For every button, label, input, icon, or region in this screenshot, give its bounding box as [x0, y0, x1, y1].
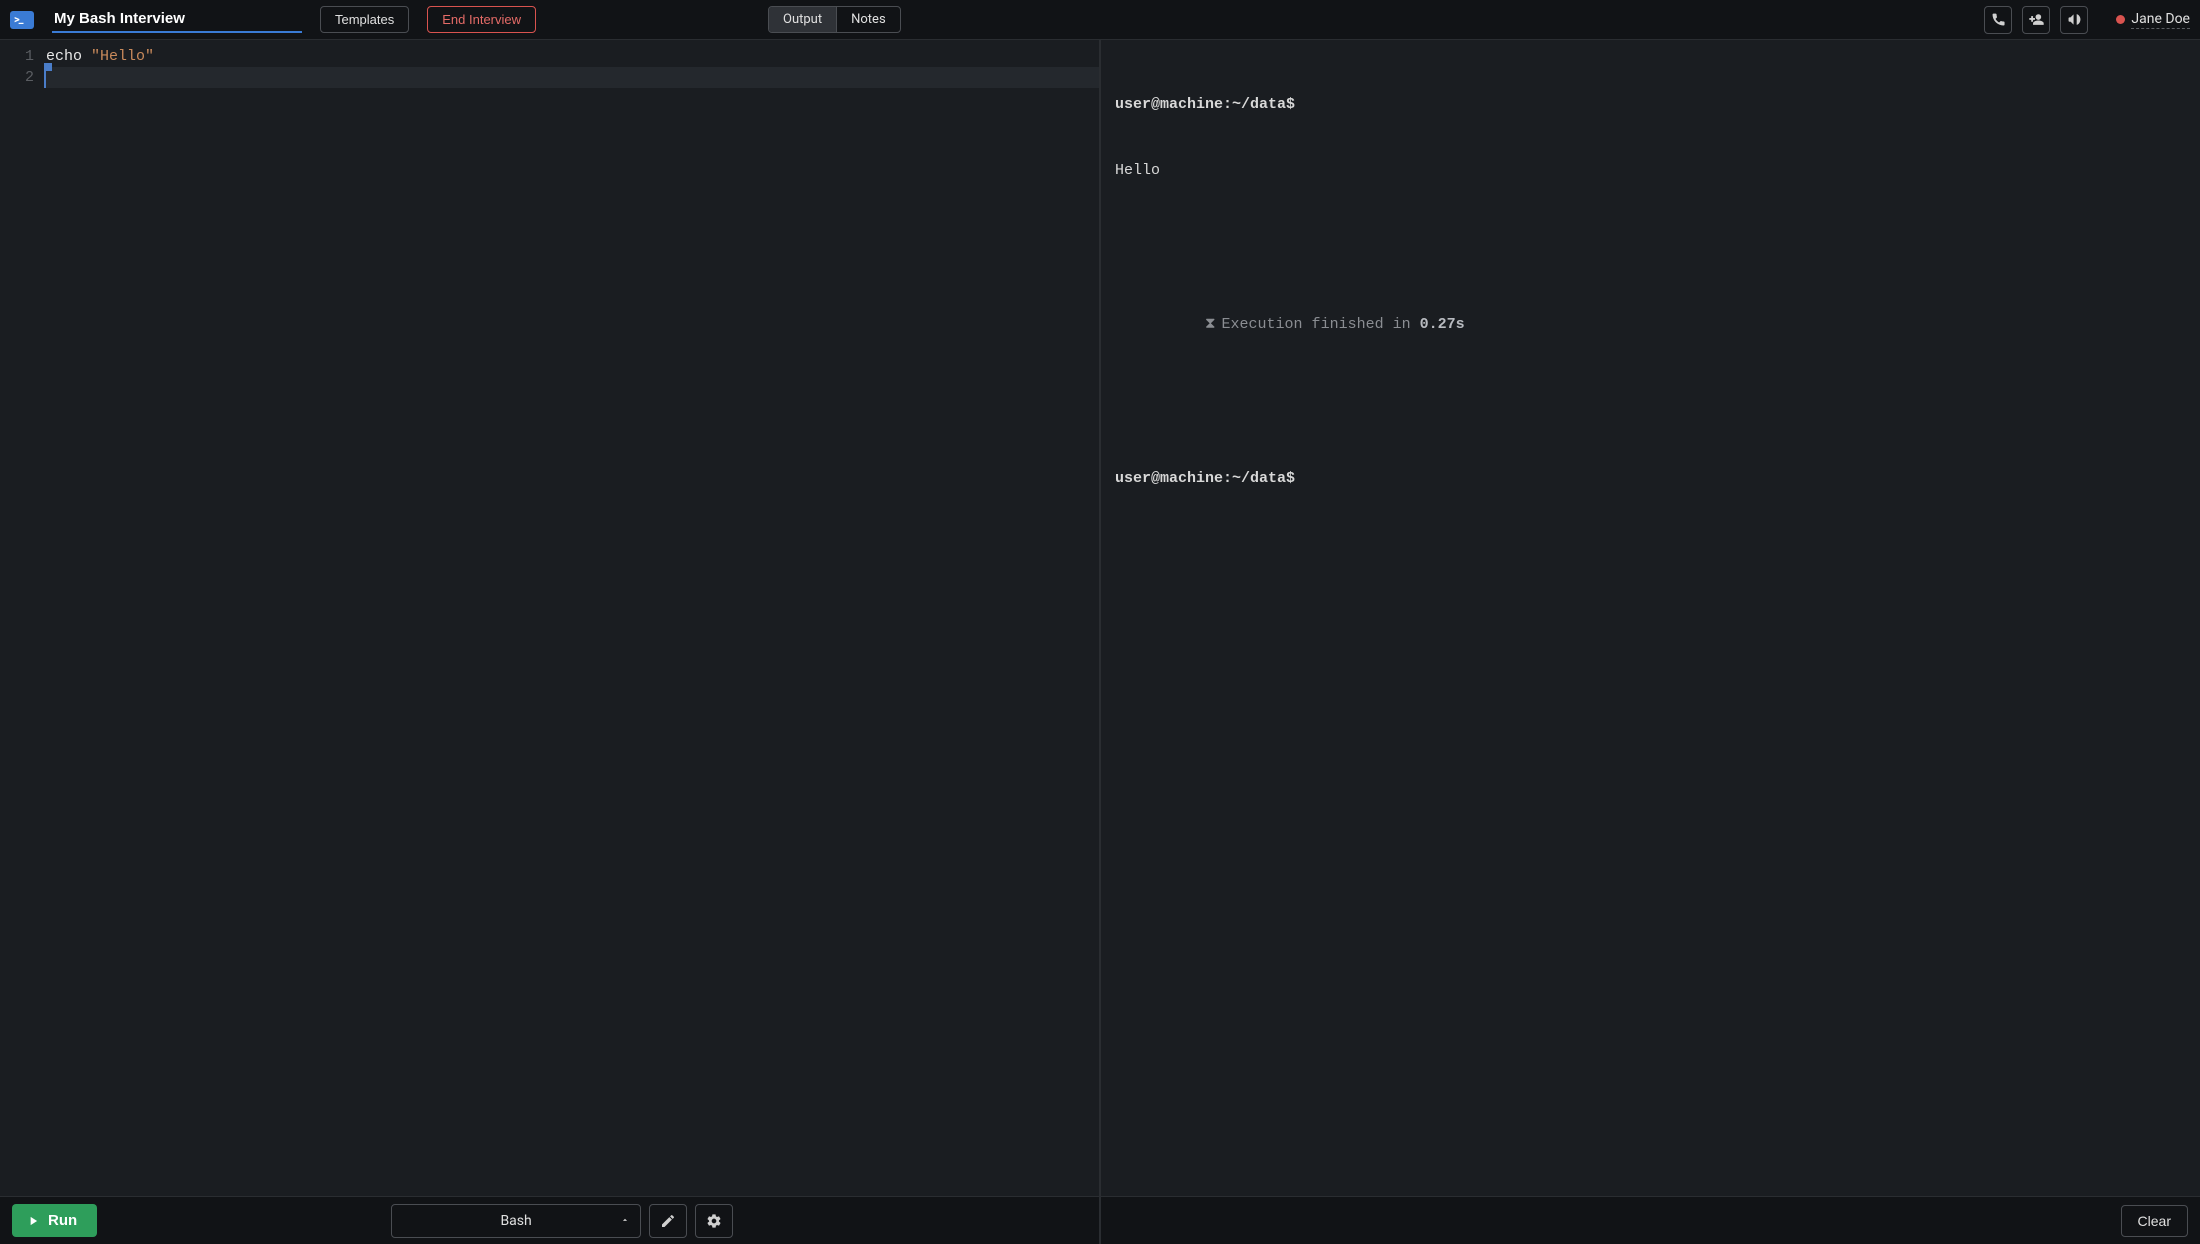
execution-prefix: Execution finished in — [1222, 316, 1420, 333]
code-line[interactable]: 2 — [0, 67, 1099, 88]
status-dot-icon — [2116, 15, 2125, 24]
code-content[interactable]: echo "Hello" — [44, 46, 1099, 67]
tab-notes[interactable]: Notes — [836, 7, 900, 32]
terminal-icon: >_ — [14, 13, 23, 26]
line-number: 1 — [0, 46, 44, 67]
terminal-prompt-2: user@machine:~/data$ — [1115, 468, 2186, 490]
settings-button[interactable] — [695, 1204, 733, 1238]
terminal-prompt-1: user@machine:~/data$ — [1115, 94, 2186, 116]
output-notes-tabs: Output Notes — [768, 6, 901, 33]
run-button[interactable]: Run — [12, 1204, 97, 1237]
call-button[interactable] — [1984, 6, 2012, 34]
announce-button[interactable] — [2060, 6, 2088, 34]
output-bottom-bar: Clear — [1101, 1196, 2200, 1244]
megaphone-icon — [2067, 12, 2082, 27]
clear-button[interactable]: Clear — [2121, 1205, 2188, 1237]
top-bar-right: Jane Doe — [1984, 6, 2190, 34]
editor-bottom-bar: Run Bash — [0, 1196, 1099, 1244]
app-root: >_ Templates End Interview Output Notes — [0, 0, 2200, 1244]
templates-button[interactable]: Templates — [320, 6, 409, 33]
tab-output[interactable]: Output — [769, 7, 836, 32]
caret-up-icon — [620, 1213, 630, 1229]
hourglass-icon: ⧗ — [1205, 316, 1216, 333]
interview-title-input[interactable] — [52, 6, 302, 33]
top-bar: >_ Templates End Interview Output Notes — [0, 0, 2200, 40]
main-split: 1echo "Hello"2 Run Bash — [0, 40, 2200, 1244]
add-person-icon — [2029, 12, 2044, 27]
presence-indicator[interactable]: Jane Doe — [2098, 11, 2190, 29]
editor-pane: 1echo "Hello"2 Run Bash — [0, 40, 1101, 1244]
edit-button[interactable] — [649, 1204, 687, 1238]
gear-icon — [706, 1213, 722, 1229]
cursor-icon — [44, 67, 46, 88]
top-bar-center: Output Notes — [548, 6, 1972, 33]
top-bar-left: >_ Templates End Interview — [10, 6, 536, 33]
run-button-label: Run — [48, 1212, 77, 1229]
code-line[interactable]: 1echo "Hello" — [0, 46, 1099, 67]
pencil-icon — [660, 1213, 676, 1229]
play-icon — [26, 1214, 40, 1228]
terminal-output[interactable]: user@machine:~/data$ Hello ⧗ Execution fi… — [1101, 40, 2200, 1196]
invite-button[interactable] — [2022, 6, 2050, 34]
terminal-stdout: Hello — [1115, 160, 2186, 182]
execution-time: 0.27s — [1420, 316, 1465, 333]
bottom-left: Run — [12, 1204, 97, 1237]
phone-icon — [1991, 12, 2006, 27]
app-logo[interactable]: >_ — [10, 11, 34, 29]
bottom-center: Bash — [97, 1204, 1027, 1238]
language-select[interactable]: Bash — [391, 1204, 641, 1238]
execution-status: ⧗ Execution finished in 0.27s — [1115, 292, 2186, 358]
code-content[interactable] — [44, 67, 1099, 88]
output-pane: user@machine:~/data$ Hello ⧗ Execution fi… — [1101, 40, 2200, 1244]
presence-name: Jane Doe — [2131, 11, 2190, 29]
line-number: 2 — [0, 67, 44, 88]
language-select-value: Bash — [500, 1213, 531, 1229]
end-interview-button[interactable]: End Interview — [427, 6, 536, 33]
code-editor[interactable]: 1echo "Hello"2 — [0, 40, 1099, 1196]
